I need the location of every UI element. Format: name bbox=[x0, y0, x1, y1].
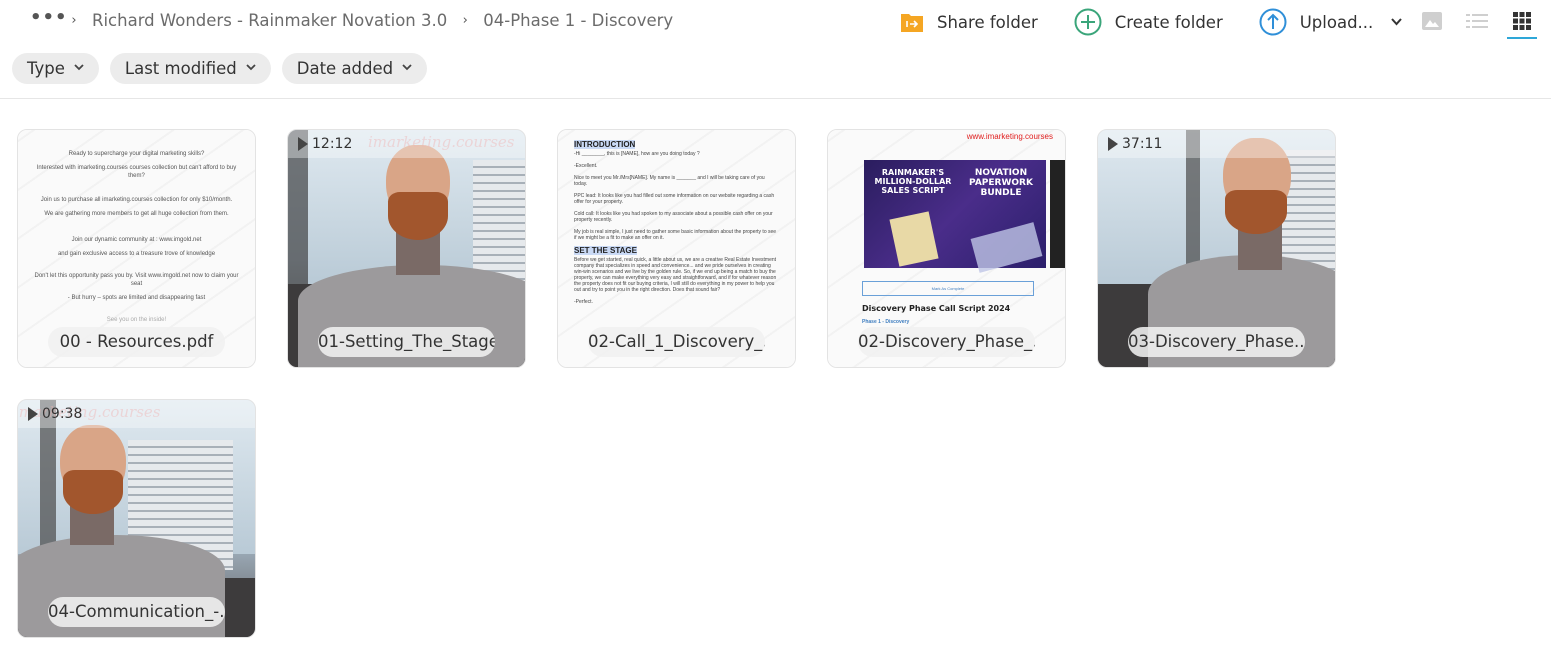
preview-subtitle: Phase 1 - Discovery bbox=[862, 319, 910, 325]
filter-bar: Type Last modified Date added bbox=[12, 53, 438, 84]
file-name: 04-Communication_-... bbox=[48, 597, 225, 627]
preview-line: Join us to purchase all imarketing.cours… bbox=[40, 197, 233, 203]
chevron-down-icon bbox=[74, 63, 84, 74]
preview-line: -Hi ________, this is [NAME], how are yo… bbox=[574, 151, 700, 157]
chevron-right-icon: › bbox=[462, 13, 468, 28]
file-tile-video[interactable]: 37:11 03-Discovery_Phase.... bbox=[1097, 129, 1336, 368]
folder-actions: Share folder Create folder Upload... bbox=[900, 8, 1403, 36]
preview-heading: SET THE STAGE bbox=[574, 246, 637, 255]
preview-line: -Excellent. bbox=[574, 163, 598, 169]
banner-text-right: NOVATION PAPERWORK BUNDLE bbox=[969, 168, 1033, 198]
chevron-down-icon[interactable] bbox=[1391, 18, 1403, 26]
top-bar: ••• › Richard Wonders - Rainmaker Novati… bbox=[0, 0, 1551, 46]
video-duration: 12:12 bbox=[312, 136, 353, 152]
file-tile-video[interactable]: imarketing.courses 09:38 04-Communicatio… bbox=[17, 399, 256, 638]
file-name: 02-Call_1_Discovery_... bbox=[588, 327, 765, 357]
preview-line: We are gathering more members to get all… bbox=[44, 211, 229, 217]
photo-view-button[interactable] bbox=[1421, 10, 1443, 32]
watermark-url: www.imarketing.courses bbox=[966, 132, 1053, 141]
list-view-button[interactable] bbox=[1466, 10, 1488, 32]
preview-line: - But hurry – spots are limited and disa… bbox=[67, 295, 206, 301]
filter-last-modified[interactable]: Last modified bbox=[109, 53, 271, 84]
list-icon bbox=[1466, 14, 1488, 28]
preview-title: Discovery Phase Call Script 2024 bbox=[862, 304, 1011, 313]
breadcrumb-more-button[interactable]: ••• bbox=[30, 8, 67, 27]
upload-button[interactable]: Upload... bbox=[1259, 8, 1403, 36]
upload-arrow-icon bbox=[1259, 8, 1287, 36]
file-name: 02-Discovery_Phase_... bbox=[858, 327, 1035, 357]
filter-date-added[interactable]: Date added bbox=[281, 53, 428, 84]
video-duration: 37:11 bbox=[1122, 136, 1163, 152]
video-duration-bar: 37:11 bbox=[1098, 130, 1335, 158]
chevron-down-icon bbox=[246, 63, 256, 74]
file-tile-video[interactable]: imarketing.courses 12:12 01-Setting_The_… bbox=[287, 129, 526, 368]
breadcrumb: ••• › Richard Wonders - Rainmaker Novati… bbox=[30, 8, 673, 30]
preview-line: My job is real simple, I just need to ga… bbox=[574, 229, 777, 241]
preview-line: Nice to meet you Mr./Mrs[NAME]. My name … bbox=[574, 175, 765, 187]
play-icon bbox=[28, 407, 38, 421]
file-name: 00 - Resources.pdf bbox=[48, 327, 225, 357]
chevron-down-icon bbox=[402, 63, 412, 74]
share-folder-icon bbox=[900, 11, 924, 33]
upload-label: Upload... bbox=[1299, 12, 1374, 32]
filter-type-label: Type bbox=[27, 59, 65, 78]
file-tile-image[interactable]: www.imarketing.courses RAINMAKER'S MILLI… bbox=[827, 129, 1066, 368]
breadcrumb-item-course[interactable]: Richard Wonders - Rainmaker Novation 3.0 bbox=[92, 11, 447, 30]
create-folder-button[interactable]: Create folder bbox=[1074, 8, 1223, 36]
breadcrumb-item-current-folder[interactable]: 04-Phase 1 - Discovery bbox=[483, 11, 673, 30]
preview-line: -Perfect. bbox=[574, 299, 593, 305]
play-icon bbox=[1108, 137, 1118, 151]
view-mode-switcher bbox=[1421, 10, 1537, 39]
filter-last-modified-label: Last modified bbox=[124, 59, 237, 78]
preview-line: and gain exclusive access to a treasure … bbox=[57, 251, 216, 257]
preview-line: Don't let this opportunity pass you by. … bbox=[34, 273, 239, 287]
course-banner: RAINMAKER'S MILLION-DOLLAR SALES SCRIPT … bbox=[864, 160, 1046, 273]
plus-circle-icon bbox=[1074, 8, 1102, 36]
preview-heading: INTRODUCTION bbox=[574, 140, 636, 149]
grid-icon bbox=[1513, 12, 1531, 30]
grid-view-button[interactable] bbox=[1507, 10, 1537, 39]
filter-date-added-label: Date added bbox=[296, 59, 394, 78]
video-duration-bar: 12:12 bbox=[288, 130, 525, 158]
share-folder-button[interactable]: Share folder bbox=[900, 11, 1038, 33]
share-folder-label: Share folder bbox=[937, 12, 1038, 32]
image-icon bbox=[1422, 12, 1442, 30]
video-duration-bar: 09:38 bbox=[18, 400, 255, 428]
preview-line: Join our dynamic community at : www.imgo… bbox=[71, 237, 202, 243]
file-name: 03-Discovery_Phase.... bbox=[1128, 327, 1305, 357]
create-folder-label: Create folder bbox=[1114, 12, 1223, 32]
preview-line: Ready to supercharge your digital market… bbox=[68, 151, 205, 157]
header-divider bbox=[0, 98, 1551, 99]
play-icon bbox=[298, 137, 308, 151]
video-duration: 09:38 bbox=[42, 406, 83, 422]
file-tile-resources-pdf[interactable]: Ready to supercharge your digital market… bbox=[17, 129, 256, 368]
file-tile-document[interactable]: INTRODUCTION -Hi ________, this is [NAME… bbox=[557, 129, 796, 368]
banner-text-left: RAINMAKER'S MILLION-DOLLAR SALES SCRIPT bbox=[874, 168, 952, 195]
file-name: 01-Setting_The_Stage... bbox=[318, 327, 495, 357]
preview-line: Before we get started, real quick, a lit… bbox=[574, 257, 777, 293]
preview-line: Cold call: It looks like you had spoken … bbox=[574, 211, 773, 223]
preview-line: See you on the inside! bbox=[106, 317, 167, 323]
filter-type[interactable]: Type bbox=[12, 53, 99, 84]
sidebar-preview bbox=[1050, 160, 1065, 268]
mark-complete-preview: Mark As Complete bbox=[862, 281, 1034, 296]
preview-line: Interested with imarketing.courses cours… bbox=[36, 165, 237, 179]
preview-line: PPC lead: It looks like you had filled o… bbox=[574, 193, 775, 205]
